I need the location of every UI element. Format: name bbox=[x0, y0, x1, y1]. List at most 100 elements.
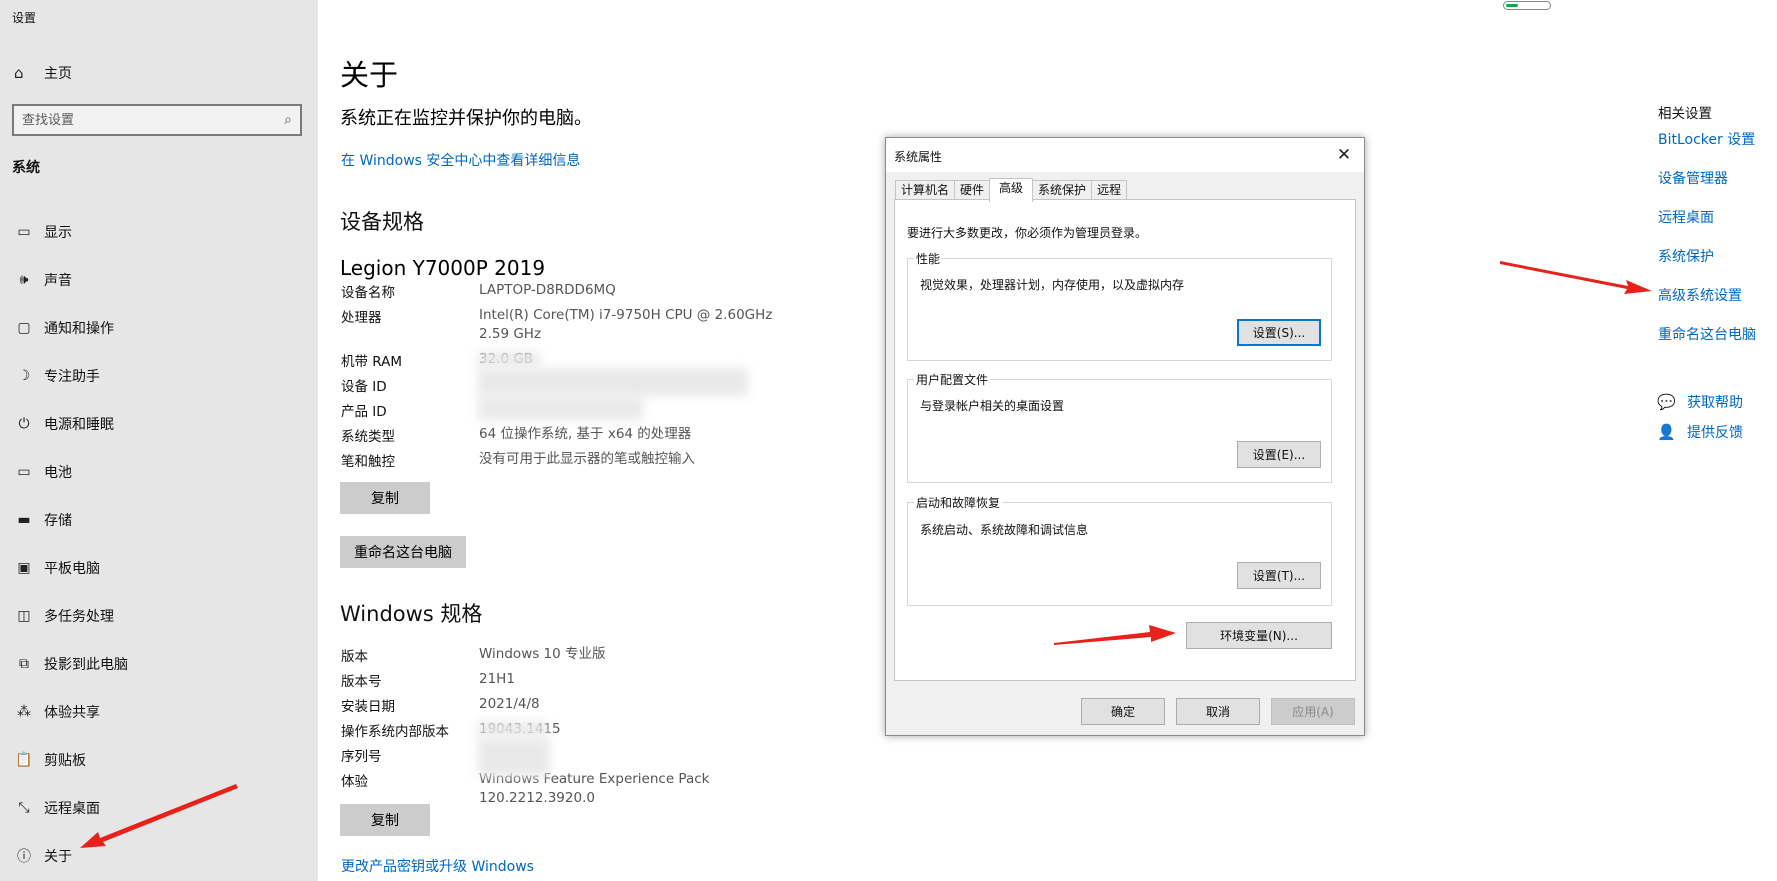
sidebar-item-multitasking[interactable]: ◫ 多任务处理 bbox=[0, 592, 318, 640]
environment-variables-button[interactable]: 环境变量(N)... bbox=[1186, 622, 1332, 649]
info-icon: ⓘ bbox=[17, 849, 31, 865]
spec-key: 操作系统内部版本 bbox=[341, 724, 449, 740]
battery-icon: ▭ bbox=[17, 464, 31, 480]
sidebar-item-power[interactable]: ⏻ 电源和睡眠 bbox=[0, 400, 318, 448]
sidebar-item-shared-experiences[interactable]: ⁂ 体验共享 bbox=[0, 688, 318, 736]
ok-button[interactable]: 确定 bbox=[1081, 698, 1165, 725]
rename-pc-link[interactable]: 重命名这台电脑 bbox=[1658, 324, 1756, 344]
cancel-button[interactable]: 取消 bbox=[1176, 698, 1260, 725]
tab-advanced[interactable]: 高级 bbox=[989, 178, 1034, 202]
feedback-link[interactable]: 👤 提供反馈 bbox=[1657, 422, 1743, 442]
page-title: 关于 bbox=[340, 58, 399, 92]
sidebar-item-tablet[interactable]: ▣ 平板电脑 bbox=[0, 544, 318, 592]
multitasking-icon: ◫ bbox=[17, 608, 31, 624]
redacted-serial-number bbox=[478, 738, 550, 776]
sidebar-item-label: 体验共享 bbox=[44, 705, 100, 721]
search-input[interactable] bbox=[22, 112, 285, 128]
admin-note: 要进行大多数更改，你必须作为管理员登录。 bbox=[907, 226, 1148, 240]
user-profiles-label: 用户配置文件 bbox=[914, 371, 991, 388]
performance-settings-button[interactable]: 设置(S)... bbox=[1237, 319, 1321, 346]
feedback-label: 提供反馈 bbox=[1687, 425, 1743, 441]
device-model-name: Legion Y7000P 2019 bbox=[340, 256, 546, 280]
focus-assist-icon: ☽ bbox=[17, 368, 31, 384]
spec-key: 安装日期 bbox=[341, 699, 395, 715]
tab-computer-name[interactable]: 计算机名 bbox=[895, 180, 956, 201]
remote-desktop-link[interactable]: 远程桌面 bbox=[1658, 207, 1714, 227]
device-manager-link[interactable]: 设备管理器 bbox=[1658, 168, 1728, 188]
app-title: 设置 bbox=[12, 11, 37, 25]
startup-recovery-label: 启动和故障恢复 bbox=[914, 494, 1003, 511]
startup-recovery-group: 启动和故障恢复 系统启动、系统故障和调试信息 bbox=[907, 494, 1332, 606]
security-center-link[interactable]: 在 Windows 安全中心中查看详细信息 bbox=[341, 150, 580, 170]
spec-value: 64 位操作系统, 基于 x64 的处理器 bbox=[479, 426, 692, 442]
tab-hardware[interactable]: 硬件 bbox=[954, 180, 991, 201]
section-title: 系统 bbox=[12, 160, 40, 176]
redacted-device-id bbox=[478, 368, 748, 396]
clipboard-icon: 📋 bbox=[15, 752, 33, 768]
sound-icon: 🕪 bbox=[19, 272, 29, 288]
close-icon[interactable]: ✕ bbox=[1332, 143, 1356, 167]
system-properties-dialog: 系统属性 ✕ 计算机名 硬件 高级 系统保护 远程 要进行大多数更改，你必须作为… bbox=[885, 137, 1365, 736]
arrow-to-advanced-settings bbox=[1500, 261, 1652, 294]
sidebar-item-label: 通知和操作 bbox=[44, 321, 114, 337]
advanced-system-settings-link[interactable]: 高级系统设置 bbox=[1658, 285, 1742, 305]
sidebar-item-label: 声音 bbox=[44, 273, 72, 289]
sidebar-item-label: 电源和睡眠 bbox=[44, 417, 114, 433]
system-protection-link[interactable]: 系统保护 bbox=[1658, 246, 1714, 266]
startup-recovery-desc: 系统启动、系统故障和调试信息 bbox=[920, 523, 1089, 537]
spec-key: 笔和触控 bbox=[341, 454, 395, 470]
sidebar-item-sound[interactable]: 🕪 声音 bbox=[0, 256, 318, 304]
rename-pc-button[interactable]: 重命名这台电脑 bbox=[340, 536, 466, 568]
sidebar-item-focus-assist[interactable]: ☽ 专注助手 bbox=[0, 352, 318, 400]
spec-key: 版本号 bbox=[341, 674, 382, 690]
upgrade-windows-link[interactable]: 更改产品密钥或升级 Windows bbox=[341, 856, 534, 876]
remote-desktop-icon: ⤡ bbox=[18, 800, 30, 816]
spec-key: 设备 ID bbox=[341, 379, 387, 395]
windows-specs-heading: Windows 规格 bbox=[340, 602, 483, 626]
home-nav[interactable]: ⌂ 主页 bbox=[14, 62, 72, 84]
spec-key: 系统类型 bbox=[341, 429, 395, 445]
sidebar-item-about[interactable]: ⓘ 关于 bbox=[0, 832, 318, 880]
spec-value: 2021/4/8 bbox=[479, 696, 540, 712]
startup-recovery-settings-button[interactable]: 设置(T)... bbox=[1237, 562, 1321, 589]
spec-key: 设备名称 bbox=[341, 285, 395, 301]
device-specs-heading: 设备规格 bbox=[340, 210, 424, 234]
apply-button[interactable]: 应用(A) bbox=[1271, 698, 1355, 725]
sidebar: 设置 ⌂ 主页 ⌕ 系统 ▭ 显示 🕪 声音 ▢ 通知和操作 ☽ bbox=[0, 0, 318, 881]
scroll-indicator bbox=[1503, 1, 1551, 10]
sidebar-item-battery[interactable]: ▭ 电池 bbox=[0, 448, 318, 496]
search-box[interactable]: ⌕ bbox=[12, 104, 302, 136]
projecting-icon: ⧉ bbox=[19, 656, 29, 672]
sidebar-item-remote-desktop[interactable]: ⤡ 远程桌面 bbox=[0, 784, 318, 832]
copy-windows-specs-button[interactable]: 复制 bbox=[340, 804, 430, 836]
sidebar-item-label: 多任务处理 bbox=[44, 609, 114, 625]
sidebar-item-notifications[interactable]: ▢ 通知和操作 bbox=[0, 304, 318, 352]
bitlocker-settings-link[interactable]: BitLocker 设置 bbox=[1658, 129, 1755, 149]
sidebar-item-label: 存储 bbox=[44, 513, 72, 529]
tablet-icon: ▣ bbox=[17, 560, 31, 576]
sidebar-item-label: 专注助手 bbox=[44, 369, 100, 385]
settings-window: 设置 ⌂ 主页 ⌕ 系统 ▭ 显示 🕪 声音 ▢ 通知和操作 ☽ bbox=[0, 0, 1777, 881]
dialog-tabs: 计算机名 硬件 高级 系统保护 远程 bbox=[895, 178, 1128, 202]
dialog-titlebar[interactable]: 系统属性 ✕ bbox=[886, 138, 1364, 172]
sidebar-item-label: 投影到此电脑 bbox=[44, 657, 128, 673]
tab-system-protection[interactable]: 系统保护 bbox=[1032, 180, 1093, 201]
sidebar-item-storage[interactable]: ▬ 存储 bbox=[0, 496, 318, 544]
tab-remote[interactable]: 远程 bbox=[1091, 180, 1128, 201]
user-profiles-settings-button[interactable]: 设置(E)... bbox=[1237, 441, 1321, 468]
search-icon[interactable]: ⌕ bbox=[284, 112, 292, 128]
sidebar-item-projecting[interactable]: ⧉ 投影到此电脑 bbox=[0, 640, 318, 688]
performance-desc: 视觉效果，处理器计划，内存使用，以及虚拟内存 bbox=[920, 278, 1185, 292]
feedback-icon: 👤 bbox=[1657, 423, 1676, 441]
power-icon: ⏻ bbox=[18, 416, 30, 432]
redacted-os-build bbox=[478, 722, 548, 736]
get-help-label: 获取帮助 bbox=[1687, 395, 1743, 411]
get-help-link[interactable]: 💬 获取帮助 bbox=[1657, 392, 1743, 412]
sidebar-item-display[interactable]: ▭ 显示 bbox=[0, 208, 318, 256]
sidebar-item-label: 平板电脑 bbox=[44, 561, 100, 577]
performance-label: 性能 bbox=[914, 250, 943, 267]
copy-device-specs-button[interactable]: 复制 bbox=[340, 482, 430, 514]
sidebar-item-clipboard[interactable]: 📋 剪贴板 bbox=[0, 736, 318, 784]
dialog-title: 系统属性 bbox=[894, 150, 943, 164]
spec-key: 序列号 bbox=[341, 749, 382, 765]
